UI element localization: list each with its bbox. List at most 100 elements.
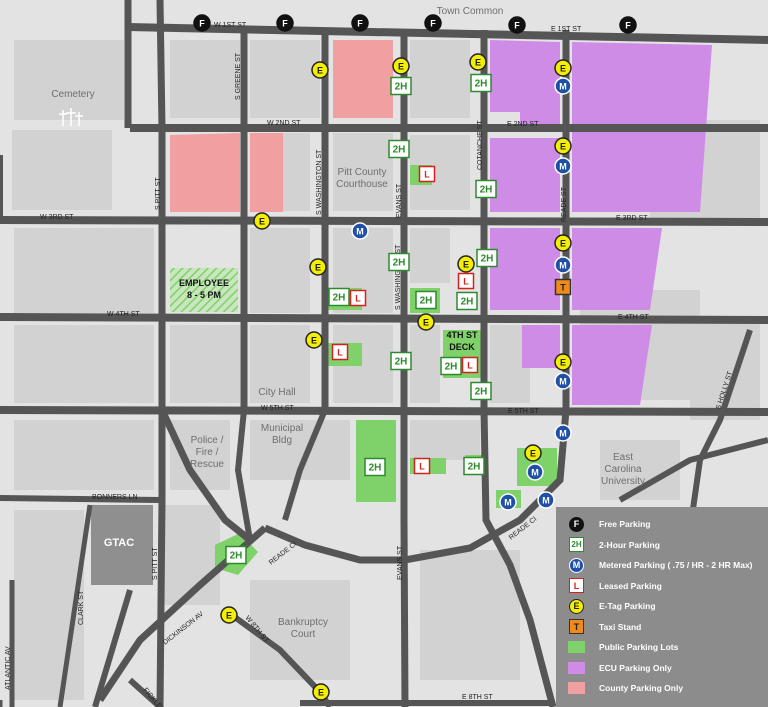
marker-label: 2H	[481, 254, 494, 265]
free-parking-icon: F	[351, 14, 369, 32]
county-icon	[568, 680, 585, 697]
legend-item-metered: M Metered Parking ( .75 / HR - 2 HR Max)	[568, 556, 753, 574]
taxi-stand-icon: T	[554, 278, 572, 296]
place-town-common: Town Common	[437, 6, 504, 17]
marker-label: M	[559, 82, 567, 92]
marker-label: 2H	[420, 296, 433, 307]
street-label: S WASHINGTON ST	[316, 149, 323, 215]
metered-parking-icon: M	[526, 463, 544, 481]
legend-item-etag: E E-Tag Parking	[568, 597, 656, 615]
marker-label: M	[559, 429, 567, 439]
place-municipal: Bldg	[272, 435, 292, 446]
etag-parking-icon: E	[253, 212, 271, 230]
marker-label: 2H	[461, 297, 474, 308]
legend-symbol: M	[569, 557, 584, 573]
metered-parking-icon: M	[554, 424, 572, 442]
two-hour-parking-icon: 2H	[225, 545, 247, 565]
place-ecu: University	[601, 476, 645, 487]
free-parking-icon: F	[276, 14, 294, 32]
leased-parking-icon: L	[331, 343, 349, 361]
two-hour-icon: 2H	[568, 536, 585, 553]
place-cemetery: Cemetery	[51, 89, 94, 100]
leased-parking-icon: L	[349, 289, 367, 307]
metered-parking-icon: M	[554, 77, 572, 95]
two-hour-parking-icon: 2H	[456, 291, 478, 311]
map-legend: F Free Parking 2H 2-Hour Parking M Metered Pa…	[556, 507, 768, 707]
etag-parking-icon: E	[554, 353, 572, 371]
deck-label: DECK	[449, 342, 475, 352]
marker-label: M	[504, 498, 512, 508]
ecu-icon	[568, 659, 585, 676]
marker-label: E	[530, 449, 536, 459]
street-label: W 3RD ST	[40, 214, 74, 221]
marker-label: 2H	[393, 258, 406, 269]
two-hour-parking-icon: 2H	[470, 73, 492, 93]
two-hour-parking-icon: 2H	[463, 456, 485, 476]
street-label: W 2ND ST	[267, 120, 301, 127]
two-hour-parking-icon: 2H	[476, 248, 498, 268]
marker-label: F	[282, 19, 288, 29]
etag-parking-icon: E	[457, 255, 475, 273]
marker-label: 2H	[475, 79, 488, 90]
street-label: W 5TH ST	[261, 405, 294, 412]
legend-item-free: F Free Parking	[568, 515, 651, 533]
marker-label: F	[199, 19, 205, 29]
legend-label: County Parking Only	[599, 683, 684, 693]
two-hour-parking-icon: 2H	[475, 179, 497, 199]
etag-parking-icon: E	[305, 331, 323, 349]
free-parking-icon: F	[424, 14, 442, 32]
etag-parking-icon: E	[312, 683, 330, 701]
marker-label: E	[398, 62, 404, 72]
employee-label: EMPLOYEE	[179, 278, 229, 288]
free-parking-icon: F	[193, 14, 211, 32]
place-police: Fire /	[196, 447, 219, 458]
place-city-hall: City Hall	[258, 387, 295, 398]
marker-label: 2H	[230, 551, 243, 562]
legend-symbol: 2H	[569, 537, 584, 552]
marker-label: F	[430, 19, 436, 29]
marker-label: E	[226, 611, 232, 621]
marker-label: E	[259, 217, 265, 227]
marker-label: L	[419, 462, 425, 472]
etag-parking-icon: E	[311, 61, 329, 79]
marker-label: F	[625, 21, 631, 31]
metered-icon: M	[568, 557, 585, 574]
street-label: BONNERS LN	[92, 494, 138, 501]
marker-label: M	[531, 468, 539, 478]
street-label: READE CI	[268, 541, 298, 567]
marker-label: F	[357, 19, 363, 29]
marker-label: F	[514, 21, 520, 31]
metered-parking-icon: M	[351, 222, 369, 240]
leased-parking-icon: L	[418, 165, 436, 183]
marker-label: L	[337, 348, 343, 358]
marker-label: L	[424, 170, 430, 180]
marker-label: 2H	[468, 462, 481, 473]
street-label: E 5TH ST	[508, 408, 539, 415]
two-hour-parking-icon: 2H	[388, 252, 410, 272]
employee-label: 8 - 5 PM	[187, 290, 221, 300]
legend-symbol	[568, 641, 585, 653]
metered-parking-icon: M	[554, 157, 572, 175]
legend-item-two-hour: 2H 2-Hour Parking	[568, 536, 660, 554]
marker-label: E	[318, 688, 324, 698]
street-label: S PITT ST	[152, 547, 159, 580]
marker-label: E	[560, 358, 566, 368]
marker-label: M	[559, 261, 567, 271]
etag-parking-icon: E	[392, 57, 410, 75]
street-label: CLARK ST	[78, 590, 85, 625]
marker-label: 2H	[333, 293, 346, 304]
legend-label: Taxi Stand	[599, 621, 642, 632]
legend-label: E-Tag Parking	[599, 601, 656, 611]
taxi-icon: T	[568, 618, 585, 635]
gtac-label: GTAC	[104, 537, 134, 549]
street-label: ATLANTIC AV	[5, 646, 12, 690]
two-hour-parking-icon: 2H	[388, 139, 410, 159]
legend-item-county: County Parking Only	[568, 679, 683, 697]
etag-parking-icon: E	[554, 59, 572, 77]
legend-item-taxi: T Taxi Stand	[568, 618, 641, 636]
marker-label: 2H	[395, 357, 408, 368]
leased-icon: L	[568, 577, 585, 594]
legend-item-ecu: ECU Parking Only	[568, 659, 672, 677]
marker-label: E	[463, 260, 469, 270]
marker-label: 2H	[445, 362, 458, 373]
